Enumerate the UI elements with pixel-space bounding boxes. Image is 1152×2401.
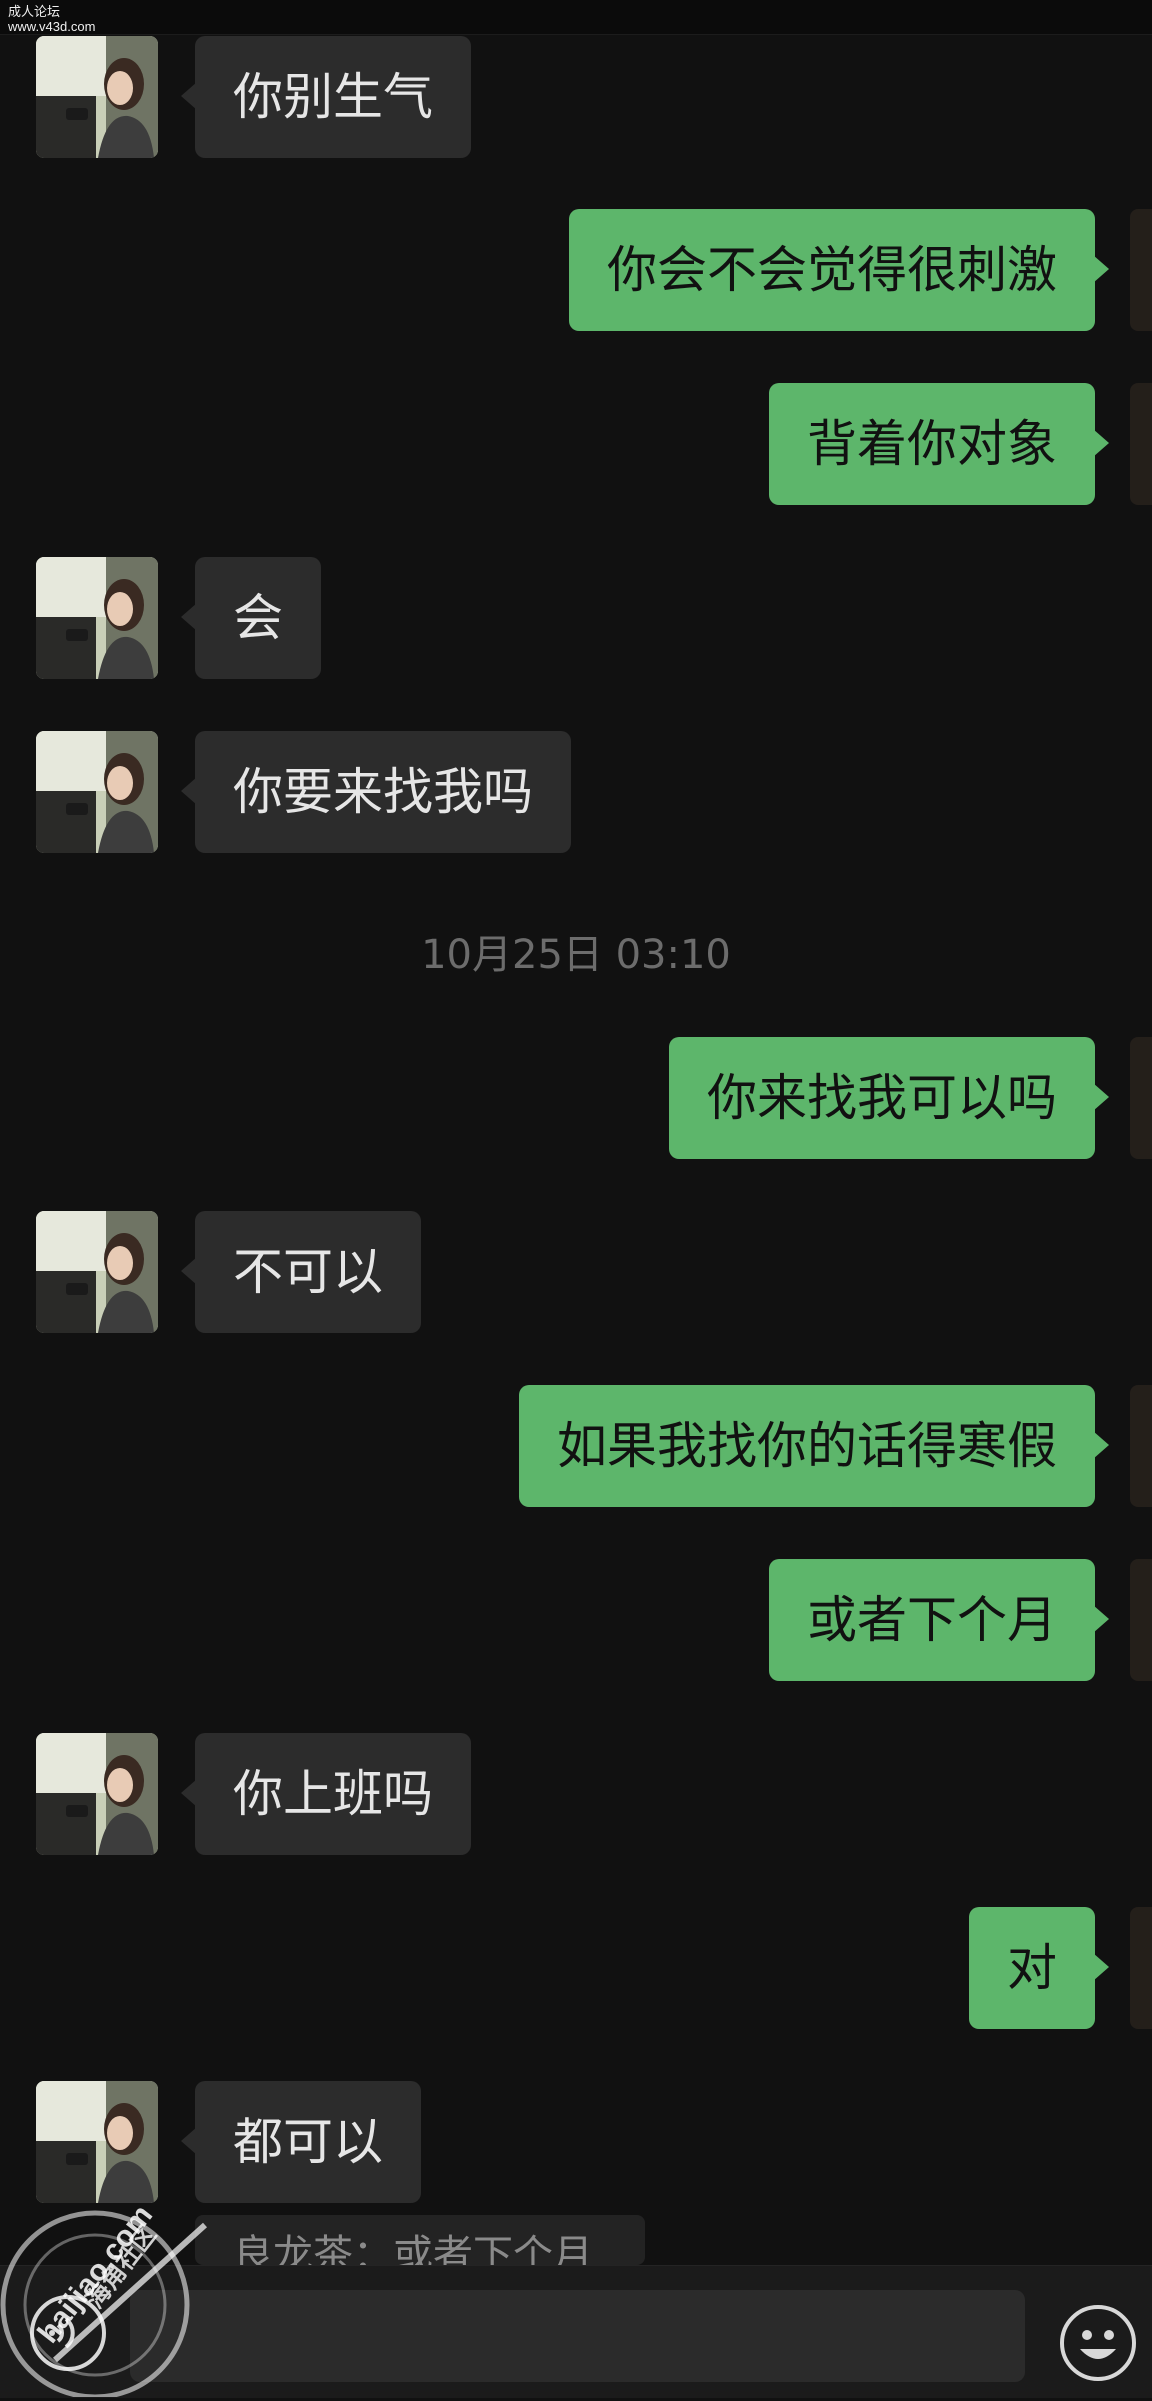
message-bubble-outgoing[interactable]: 你来找我可以吗 xyxy=(669,1037,1109,1159)
message-bubble-incoming[interactable]: 你别生气 xyxy=(181,36,471,158)
avatar-self[interactable] xyxy=(1130,383,1152,505)
message-input[interactable] xyxy=(130,2290,1025,2382)
message-bubble-outgoing[interactable]: 或者下个月 xyxy=(769,1559,1109,1681)
avatar-contact[interactable] xyxy=(36,557,158,679)
avatar-self[interactable] xyxy=(1130,209,1152,331)
contact-photo xyxy=(36,731,158,853)
message-bubble-incoming[interactable]: 不可以 xyxy=(181,1211,421,1333)
watermark-top-line2: www.v43d.com xyxy=(8,19,96,34)
message-bubble-incoming[interactable]: 你上班吗 xyxy=(181,1733,471,1855)
watermark-top: 成人论坛 www.v43d.com xyxy=(8,4,95,34)
message-bubble-incoming[interactable]: 都可以 xyxy=(181,2081,421,2203)
chat-timestamp: 10月25日 03:10 xyxy=(421,932,731,978)
avatar-self[interactable] xyxy=(1130,1559,1152,1681)
contact-photo xyxy=(36,557,158,679)
message-bubble-incoming[interactable]: 会 xyxy=(181,557,321,679)
quoted-message[interactable]: 良龙茶：或者下个月 xyxy=(195,2215,645,2265)
emoji-button[interactable] xyxy=(1058,2303,1138,2383)
quoted-message-text: 良龙茶：或者下个月 xyxy=(233,2232,593,2265)
avatar-contact[interactable] xyxy=(36,1211,158,1333)
message-bubble-outgoing[interactable]: 对 xyxy=(969,1907,1109,2029)
watermark-top-line1: 成人论坛 xyxy=(8,4,61,19)
contact-photo xyxy=(36,36,158,158)
contact-photo xyxy=(36,1211,158,1333)
message-bubble-outgoing[interactable]: 你会不会觉得很刺激 xyxy=(569,209,1109,331)
message-bubble-outgoing[interactable]: 背着你对象 xyxy=(769,383,1109,505)
avatar-self[interactable] xyxy=(1130,1907,1152,2029)
avatar-self[interactable] xyxy=(1130,1037,1152,1159)
watermark-bottom: haijiao.com 海角社区 xyxy=(0,2190,240,2400)
message-bubble-outgoing[interactable]: 如果我找你的话得寒假 xyxy=(519,1385,1109,1507)
emoji-icon xyxy=(1060,2305,1136,2381)
contact-photo xyxy=(36,2081,158,2203)
top-status-bar: 成人论坛 www.v43d.com xyxy=(0,0,1152,35)
contact-photo xyxy=(36,1733,158,1855)
avatar-contact[interactable] xyxy=(36,1733,158,1855)
message-bubble-incoming[interactable]: 你要来找我吗 xyxy=(181,731,571,853)
avatar-contact[interactable] xyxy=(36,731,158,853)
avatar-self[interactable] xyxy=(1130,1385,1152,1507)
avatar-contact[interactable] xyxy=(36,2081,158,2203)
avatar-contact[interactable] xyxy=(36,36,158,158)
